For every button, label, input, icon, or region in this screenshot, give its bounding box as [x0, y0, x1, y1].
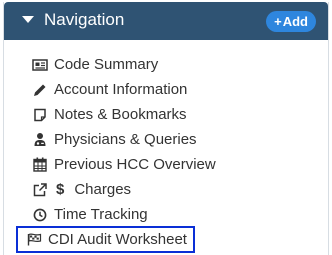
- dollar-icon: $: [56, 181, 65, 198]
- nav-item-previous-hcc-overview[interactable]: Previous HCC Overview: [22, 152, 216, 177]
- nav-item-label: Time Tracking: [54, 206, 148, 223]
- flag-checkered-icon: [26, 232, 42, 248]
- nav-item-time-tracking[interactable]: Time Tracking: [22, 202, 148, 227]
- pencil-icon: [32, 82, 48, 98]
- nav-item-account-information[interactable]: Account Information: [22, 77, 187, 102]
- nav-item-label: Physicians & Queries: [54, 131, 197, 148]
- nav-item-code-summary[interactable]: Code Summary: [22, 52, 158, 77]
- newspaper-icon: [32, 57, 48, 73]
- nav-item-physicians-queries[interactable]: Physicians & Queries: [22, 127, 197, 152]
- caret-down-icon[interactable]: [22, 16, 34, 23]
- nav-item-label: Charges: [74, 181, 132, 198]
- panel-title: Navigation: [44, 10, 125, 29]
- nav-item-cdi-audit-worksheet[interactable]: CDI Audit Worksheet: [16, 226, 195, 253]
- add-button[interactable]: +Add: [266, 11, 316, 32]
- nav-item-label: Previous HCC Overview: [54, 156, 216, 173]
- nav-item-label: Notes & Bookmarks: [54, 106, 187, 123]
- nav-item-charges[interactable]: $ Charges: [22, 177, 131, 202]
- user-md-icon: [32, 132, 48, 148]
- external-link-icon: [32, 182, 48, 198]
- clock-icon: [32, 207, 48, 223]
- note-icon: [32, 107, 48, 123]
- add-button-label: Add: [282, 14, 308, 29]
- navigation-panel: Navigation +Add Code Summary Account Inf…: [3, 2, 329, 255]
- nav-item-notes-bookmarks[interactable]: Notes & Bookmarks: [22, 102, 187, 127]
- navigation-header[interactable]: Navigation +Add: [4, 2, 328, 40]
- nav-item-label: CDI Audit Worksheet: [48, 231, 187, 248]
- nav-item-label: Account Information: [54, 81, 188, 98]
- plus-icon: +: [274, 14, 282, 29]
- nav-item-label: Code Summary: [54, 56, 159, 73]
- calendar-icon: [32, 157, 48, 173]
